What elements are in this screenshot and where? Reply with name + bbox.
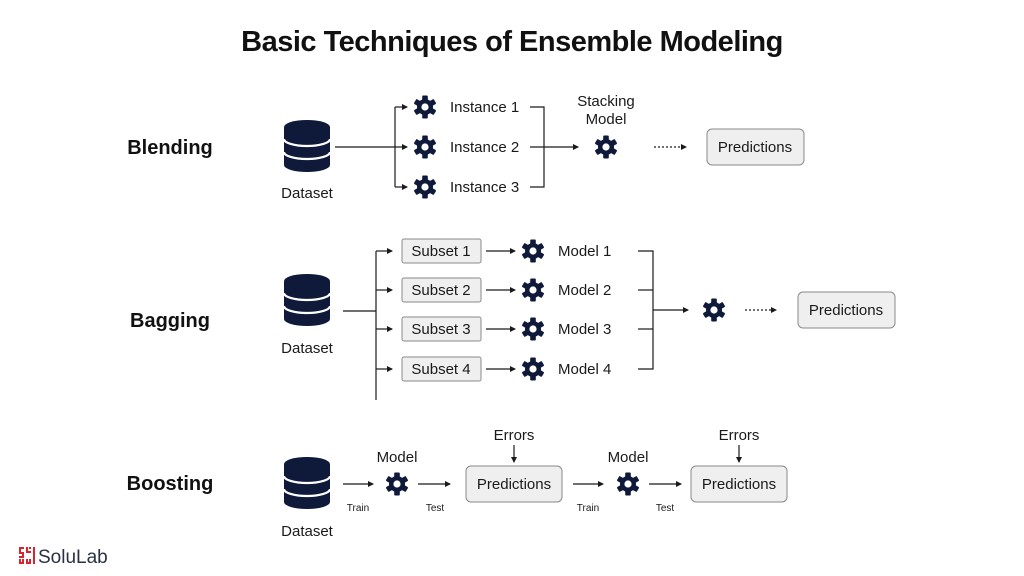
- bracket-line: [638, 250, 654, 370]
- predictions-label: Predictions: [718, 139, 792, 156]
- train-label: Train: [577, 503, 599, 514]
- page-title: Basic Techniques of Ensemble Modeling: [241, 26, 783, 58]
- predictions-label: Predictions: [809, 302, 883, 319]
- model-label: Model 3: [558, 321, 611, 338]
- gear-icon: [521, 317, 545, 341]
- bagging-dataset-label: Dataset: [281, 340, 334, 357]
- subset-label: Subset 3: [411, 321, 470, 338]
- boosting-section: Boosting Dataset Train Model Test Errors…: [127, 427, 788, 540]
- diagram-canvas: Basic Techniques of Ensemble Modeling Bl…: [19, 26, 896, 568]
- database-icon: [282, 455, 332, 511]
- subset-label: Subset 1: [411, 243, 470, 260]
- blending-label: Blending: [127, 137, 213, 159]
- model-label: Model 2: [558, 282, 611, 299]
- database-icon: [282, 118, 332, 174]
- instance-label: Instance 2: [450, 139, 519, 156]
- model-label: Model 4: [558, 361, 611, 378]
- gear-icon: [702, 298, 726, 322]
- boosting-dataset-label: Dataset: [281, 523, 334, 540]
- gear-icon: [521, 239, 545, 263]
- gear-icon: [616, 472, 640, 496]
- gear-icon: [594, 135, 618, 159]
- stacking-model-label: Model: [586, 111, 627, 128]
- blending-dataset-label: Dataset: [281, 185, 334, 202]
- gear-icon: [413, 175, 437, 199]
- database-icon: [282, 272, 332, 328]
- errors-label: Errors: [719, 427, 760, 444]
- brand-logo: SoluLab: [19, 547, 108, 568]
- blending-section: Blending Dataset Instance 1 Instance 2 I…: [127, 93, 805, 202]
- model-label: Model: [608, 449, 649, 466]
- gear-icon: [521, 357, 545, 381]
- gear-icon: [521, 278, 545, 302]
- predictions-label: Predictions: [702, 476, 776, 493]
- gear-icon: [413, 95, 437, 119]
- gear-icon: [385, 472, 409, 496]
- test-label: Test: [426, 503, 445, 514]
- instance-label: Instance 1: [450, 99, 519, 116]
- train-label: Train: [347, 503, 369, 514]
- errors-label: Errors: [494, 427, 535, 444]
- model-label: Model 1: [558, 243, 611, 260]
- gear-icon: [413, 135, 437, 159]
- bagging-section: Bagging Dataset Subset 1 Model 1 Subset 2 M…: [130, 238, 896, 400]
- brand-name: SoluLab: [38, 547, 108, 568]
- test-label: Test: [656, 503, 675, 514]
- stacking-model-label: Stacking: [577, 93, 635, 110]
- subset-label: Subset 4: [411, 361, 470, 378]
- subset-label: Subset 2: [411, 282, 470, 299]
- solulab-logo-icon: [19, 547, 35, 564]
- predictions-label: Predictions: [477, 476, 551, 493]
- boosting-label: Boosting: [127, 473, 214, 495]
- model-label: Model: [377, 449, 418, 466]
- bagging-label: Bagging: [130, 310, 210, 332]
- instance-label: Instance 3: [450, 179, 519, 196]
